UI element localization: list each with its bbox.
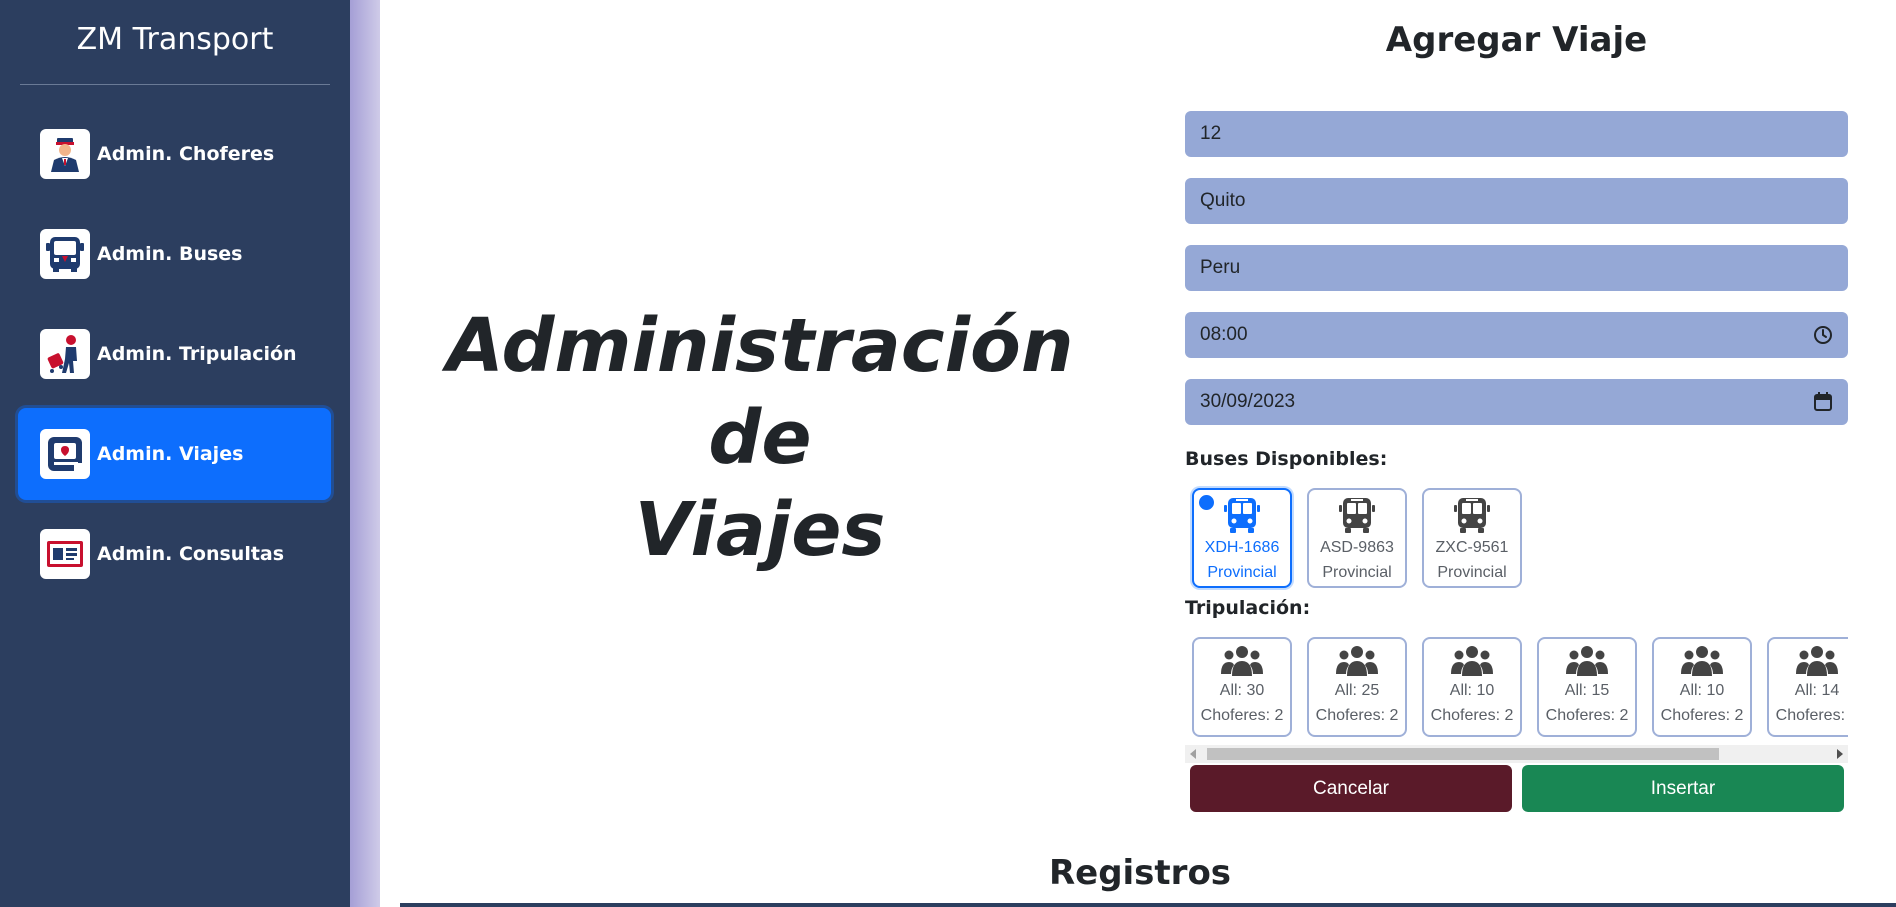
sidebar-item-tripulacion[interactable]: Admin. Tripulación <box>18 308 331 400</box>
crew-drivers: Choferes: 2 <box>1775 707 1848 724</box>
calendar-icon[interactable] <box>1812 391 1834 413</box>
date-input[interactable]: 30/09/2023 <box>1185 379 1848 425</box>
buses-label: Buses Disponibles: <box>1185 448 1388 470</box>
crew-drivers: Choferes: 2 <box>1660 707 1744 724</box>
clock-icon[interactable] <box>1812 324 1834 346</box>
origin-input[interactable]: Quito <box>1185 178 1848 224</box>
bus-icon <box>1224 498 1260 533</box>
scroll-right-arrow-icon[interactable] <box>1837 749 1843 759</box>
group-icon <box>1796 646 1838 676</box>
group-icon <box>1221 646 1263 676</box>
sidebar-item-label: Admin. Consultas <box>97 543 285 565</box>
crew-total: All: 10 <box>1449 682 1495 699</box>
sidebar-item-label: Admin. Tripulación <box>97 343 297 365</box>
crew-drivers: Choferes: 2 <box>1545 707 1629 724</box>
crew-card[interactable]: All: 30 Choferes: 2 <box>1192 637 1292 737</box>
bus-card[interactable]: XDH-1686 Provincial <box>1192 488 1292 588</box>
id-card-icon <box>40 529 90 579</box>
horizontal-scrollbar[interactable] <box>1185 745 1848 763</box>
radio-selected-indicator <box>1199 495 1214 510</box>
bus-card[interactable]: ASD-9863 Provincial <box>1307 488 1407 588</box>
brand-title: ZM Transport <box>76 22 274 57</box>
hero-title: Administración de Viajes <box>400 300 1120 576</box>
crew-card[interactable]: All: 10 Choferes: 2 <box>1422 637 1522 737</box>
crew-label: Tripulación: <box>1185 597 1311 619</box>
records-title: Registros <box>1048 853 1232 893</box>
crew-card[interactable]: All: 14 Choferes: 2 <box>1767 637 1848 737</box>
group-icon <box>1451 646 1493 676</box>
driver-icon <box>40 129 90 179</box>
sidebar-item-buses[interactable]: Admin. Buses <box>18 208 331 300</box>
scroll-thumb[interactable] <box>1207 748 1719 760</box>
decorative-gradient-strip <box>350 0 380 907</box>
bus-type: Provincial <box>1207 564 1277 581</box>
cancel-button[interactable]: Cancelar <box>1190 765 1512 812</box>
group-icon <box>1336 646 1378 676</box>
scroll-left-arrow-icon[interactable] <box>1190 749 1196 759</box>
bus-card[interactable]: ZXC-9561 Provincial <box>1422 488 1522 588</box>
crew-total: All: 30 <box>1219 682 1265 699</box>
bus-plate: ASD-9863 <box>1320 539 1394 556</box>
passport-icon <box>40 429 90 479</box>
hero-line: Viajes <box>634 487 886 573</box>
crew-total: All: 25 <box>1334 682 1380 699</box>
crew-card[interactable]: All: 25 Choferes: 2 <box>1307 637 1407 737</box>
bus-front-icon <box>40 229 90 279</box>
sidebar-item-label: Admin. Viajes <box>97 443 244 465</box>
sidebar-item-choferes[interactable]: Admin. Choferes <box>18 108 331 200</box>
crew-card[interactable]: All: 15 Choferes: 2 <box>1537 637 1637 737</box>
crew-drivers: Choferes: 2 <box>1200 707 1284 724</box>
sidebar-item-viajes[interactable]: Admin. Viajes <box>18 408 331 500</box>
sidebar-item-consultas[interactable]: Admin. Consultas <box>18 508 331 600</box>
form-title: Agregar Viaje <box>1385 20 1648 60</box>
crew-card[interactable]: All: 10 Choferes: 2 <box>1652 637 1752 737</box>
crew-luggage-icon <box>40 329 90 379</box>
insert-button[interactable]: Insertar <box>1522 765 1844 812</box>
crew-drivers: Choferes: 2 <box>1315 707 1399 724</box>
hero-line: Administración <box>446 303 1074 389</box>
destination-input[interactable]: Peru <box>1185 245 1848 291</box>
crew-total: All: 15 <box>1564 682 1610 699</box>
bus-icon <box>1454 498 1490 533</box>
trip-number-input[interactable]: 12 <box>1185 111 1848 157</box>
crew-total: All: 10 <box>1679 682 1725 699</box>
field-value: Peru <box>1200 257 1241 278</box>
field-value: Quito <box>1200 190 1246 211</box>
group-icon <box>1681 646 1723 676</box>
sidebar: ZM Transport Admin. Choferes Admin. Buse… <box>0 0 350 907</box>
divider <box>20 84 330 85</box>
field-value: 12 <box>1200 123 1222 144</box>
bus-plate: ZXC-9561 <box>1435 539 1509 556</box>
bus-plate: XDH-1686 <box>1204 539 1280 556</box>
crew-total: All: 14 <box>1794 682 1840 699</box>
bus-type: Provincial <box>1437 564 1507 581</box>
sidebar-item-label: Admin. Choferes <box>97 143 275 165</box>
hero-line: de <box>708 395 812 481</box>
field-value: 08:00 <box>1200 324 1248 345</box>
time-input[interactable]: 08:00 <box>1185 312 1848 358</box>
crew-drivers: Choferes: 2 <box>1430 707 1514 724</box>
bus-icon <box>1339 498 1375 533</box>
field-value: 30/09/2023 <box>1200 391 1296 412</box>
bus-type: Provincial <box>1322 564 1392 581</box>
sidebar-item-label: Admin. Buses <box>97 243 243 265</box>
group-icon <box>1566 646 1608 676</box>
divider <box>400 903 1896 907</box>
